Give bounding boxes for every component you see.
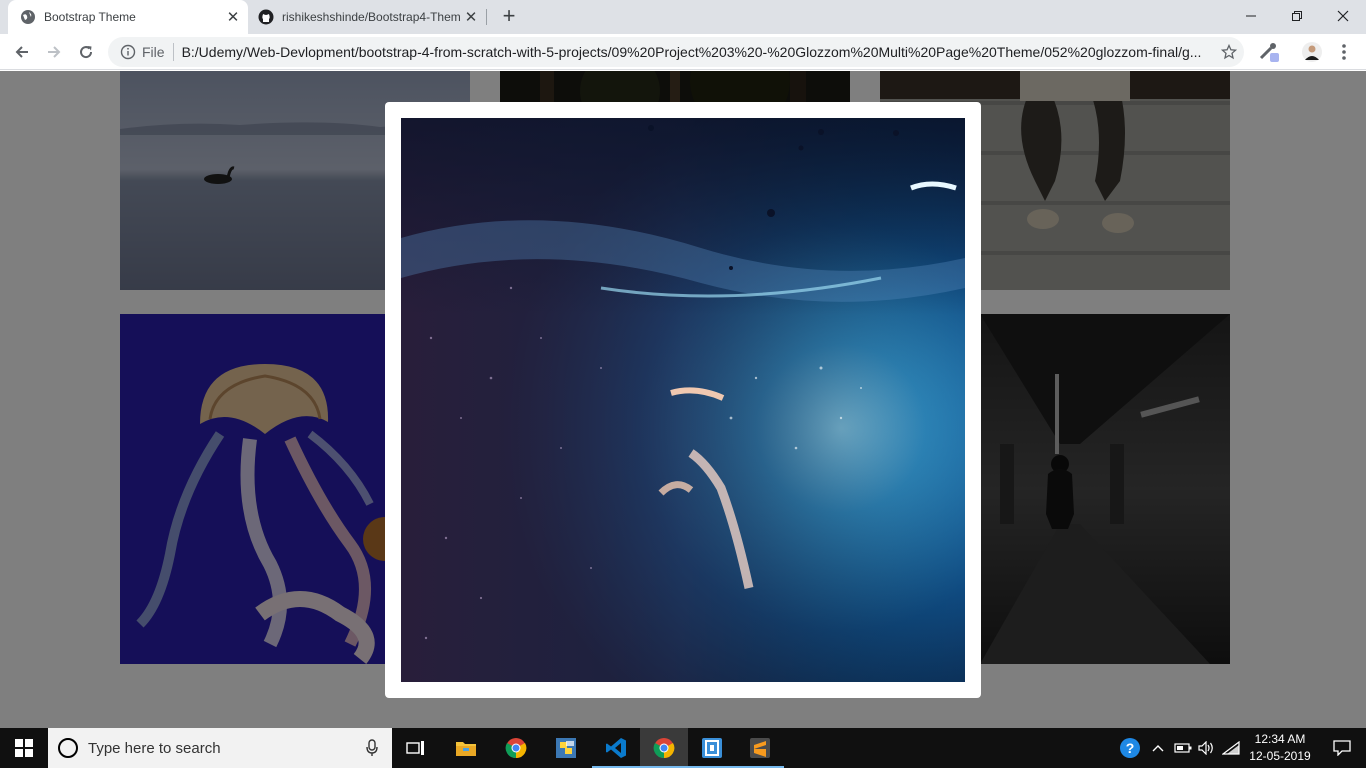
back-button[interactable]: [8, 38, 36, 66]
close-window-button[interactable]: [1320, 0, 1366, 32]
tab-title: Bootstrap Theme: [44, 10, 136, 24]
restore-icon: [1292, 11, 1302, 21]
reload-icon: [80, 46, 93, 59]
windows-taskbar: Type here to search ? 12:34 AM 12-05-201…: [0, 728, 1366, 768]
tab-title: rishikeshshinde/Bootstrap4-Them: [282, 10, 461, 24]
app-icon: [702, 738, 722, 758]
minimize-icon: [1246, 15, 1256, 17]
task-view-button[interactable]: [392, 728, 440, 768]
start-button[interactable]: [0, 728, 48, 768]
python-button[interactable]: [542, 728, 590, 768]
tab-close-button[interactable]: ✕: [224, 8, 242, 26]
svg-text:?: ?: [1126, 740, 1135, 756]
volume-icon[interactable]: [1196, 728, 1218, 768]
sublime-icon: [750, 738, 770, 758]
extension-icon[interactable]: [1257, 40, 1281, 64]
github-icon: [258, 9, 274, 25]
browser-tab-strip: Bootstrap Theme ✕ rishikeshshinde/Bootst…: [0, 0, 1366, 34]
tab-github[interactable]: rishikeshshinde/Bootstrap4-Them ✕: [248, 0, 486, 34]
chrome-button[interactable]: [492, 728, 540, 768]
notifications-button[interactable]: [1322, 728, 1362, 768]
python-icon: [556, 738, 576, 758]
address-divider: [172, 43, 174, 61]
minimize-button[interactable]: [1228, 0, 1274, 32]
globe-icon: [20, 9, 36, 25]
file-explorer-button[interactable]: [442, 728, 490, 768]
bookmark-star-icon[interactable]: [1214, 44, 1244, 60]
tab-separator: [486, 9, 487, 25]
vscode-button[interactable]: [592, 728, 640, 768]
new-tab-button[interactable]: +: [497, 5, 521, 28]
close-icon: [1337, 10, 1349, 22]
profile-avatar[interactable]: [1300, 40, 1324, 64]
tab-bootstrap-theme[interactable]: Bootstrap Theme ✕: [8, 0, 248, 34]
vscode-icon: [606, 738, 626, 758]
info-icon: [120, 44, 136, 60]
forward-button[interactable]: [40, 38, 68, 66]
arrow-right-icon: [48, 46, 61, 58]
battery-icon[interactable]: [1172, 728, 1194, 768]
scheme-label: File: [142, 44, 165, 60]
url-text[interactable]: B:/Udemy/Web-Devlopment/bootstrap-4-from…: [182, 44, 1214, 60]
arrow-left-icon: [15, 46, 28, 58]
lightbox-modal: [385, 102, 981, 698]
clock-date: 12-05-2019: [1249, 749, 1311, 763]
chrome-active-button[interactable]: [640, 728, 688, 768]
search-placeholder: Type here to search: [88, 739, 221, 757]
reload-button[interactable]: [72, 38, 100, 66]
cortana-icon: [58, 738, 78, 758]
windows-logo-icon: [15, 739, 33, 757]
chrome-icon: [505, 738, 527, 759]
app-button[interactable]: [688, 728, 736, 768]
taskbar-search[interactable]: Type here to search: [48, 728, 392, 768]
address-bar[interactable]: File B:/Udemy/Web-Devlopment/bootstrap-4…: [108, 37, 1244, 67]
wifi-icon[interactable]: [1220, 728, 1242, 768]
chevron-up-icon[interactable]: [1148, 728, 1168, 768]
system-clock[interactable]: 12:34 AM 12-05-2019: [1242, 731, 1318, 765]
tab-close-button[interactable]: ✕: [462, 8, 480, 26]
modal-image-underwater-swimmer: [401, 118, 965, 682]
microphone-icon: [366, 739, 378, 756]
notification-icon: [1333, 740, 1351, 756]
sublime-button[interactable]: [736, 728, 784, 768]
chrome-icon: [653, 738, 675, 759]
restore-button[interactable]: [1274, 0, 1320, 32]
help-tray-icon[interactable]: ?: [1116, 728, 1144, 768]
browser-toolbar: File B:/Udemy/Web-Devlopment/bootstrap-4…: [0, 34, 1366, 70]
folder-icon: [456, 742, 476, 756]
clock-time: 12:34 AM: [1254, 732, 1306, 746]
more-menu-icon[interactable]: [1332, 40, 1356, 64]
task-view-icon: [406, 741, 424, 755]
page-viewport: [0, 71, 1366, 728]
